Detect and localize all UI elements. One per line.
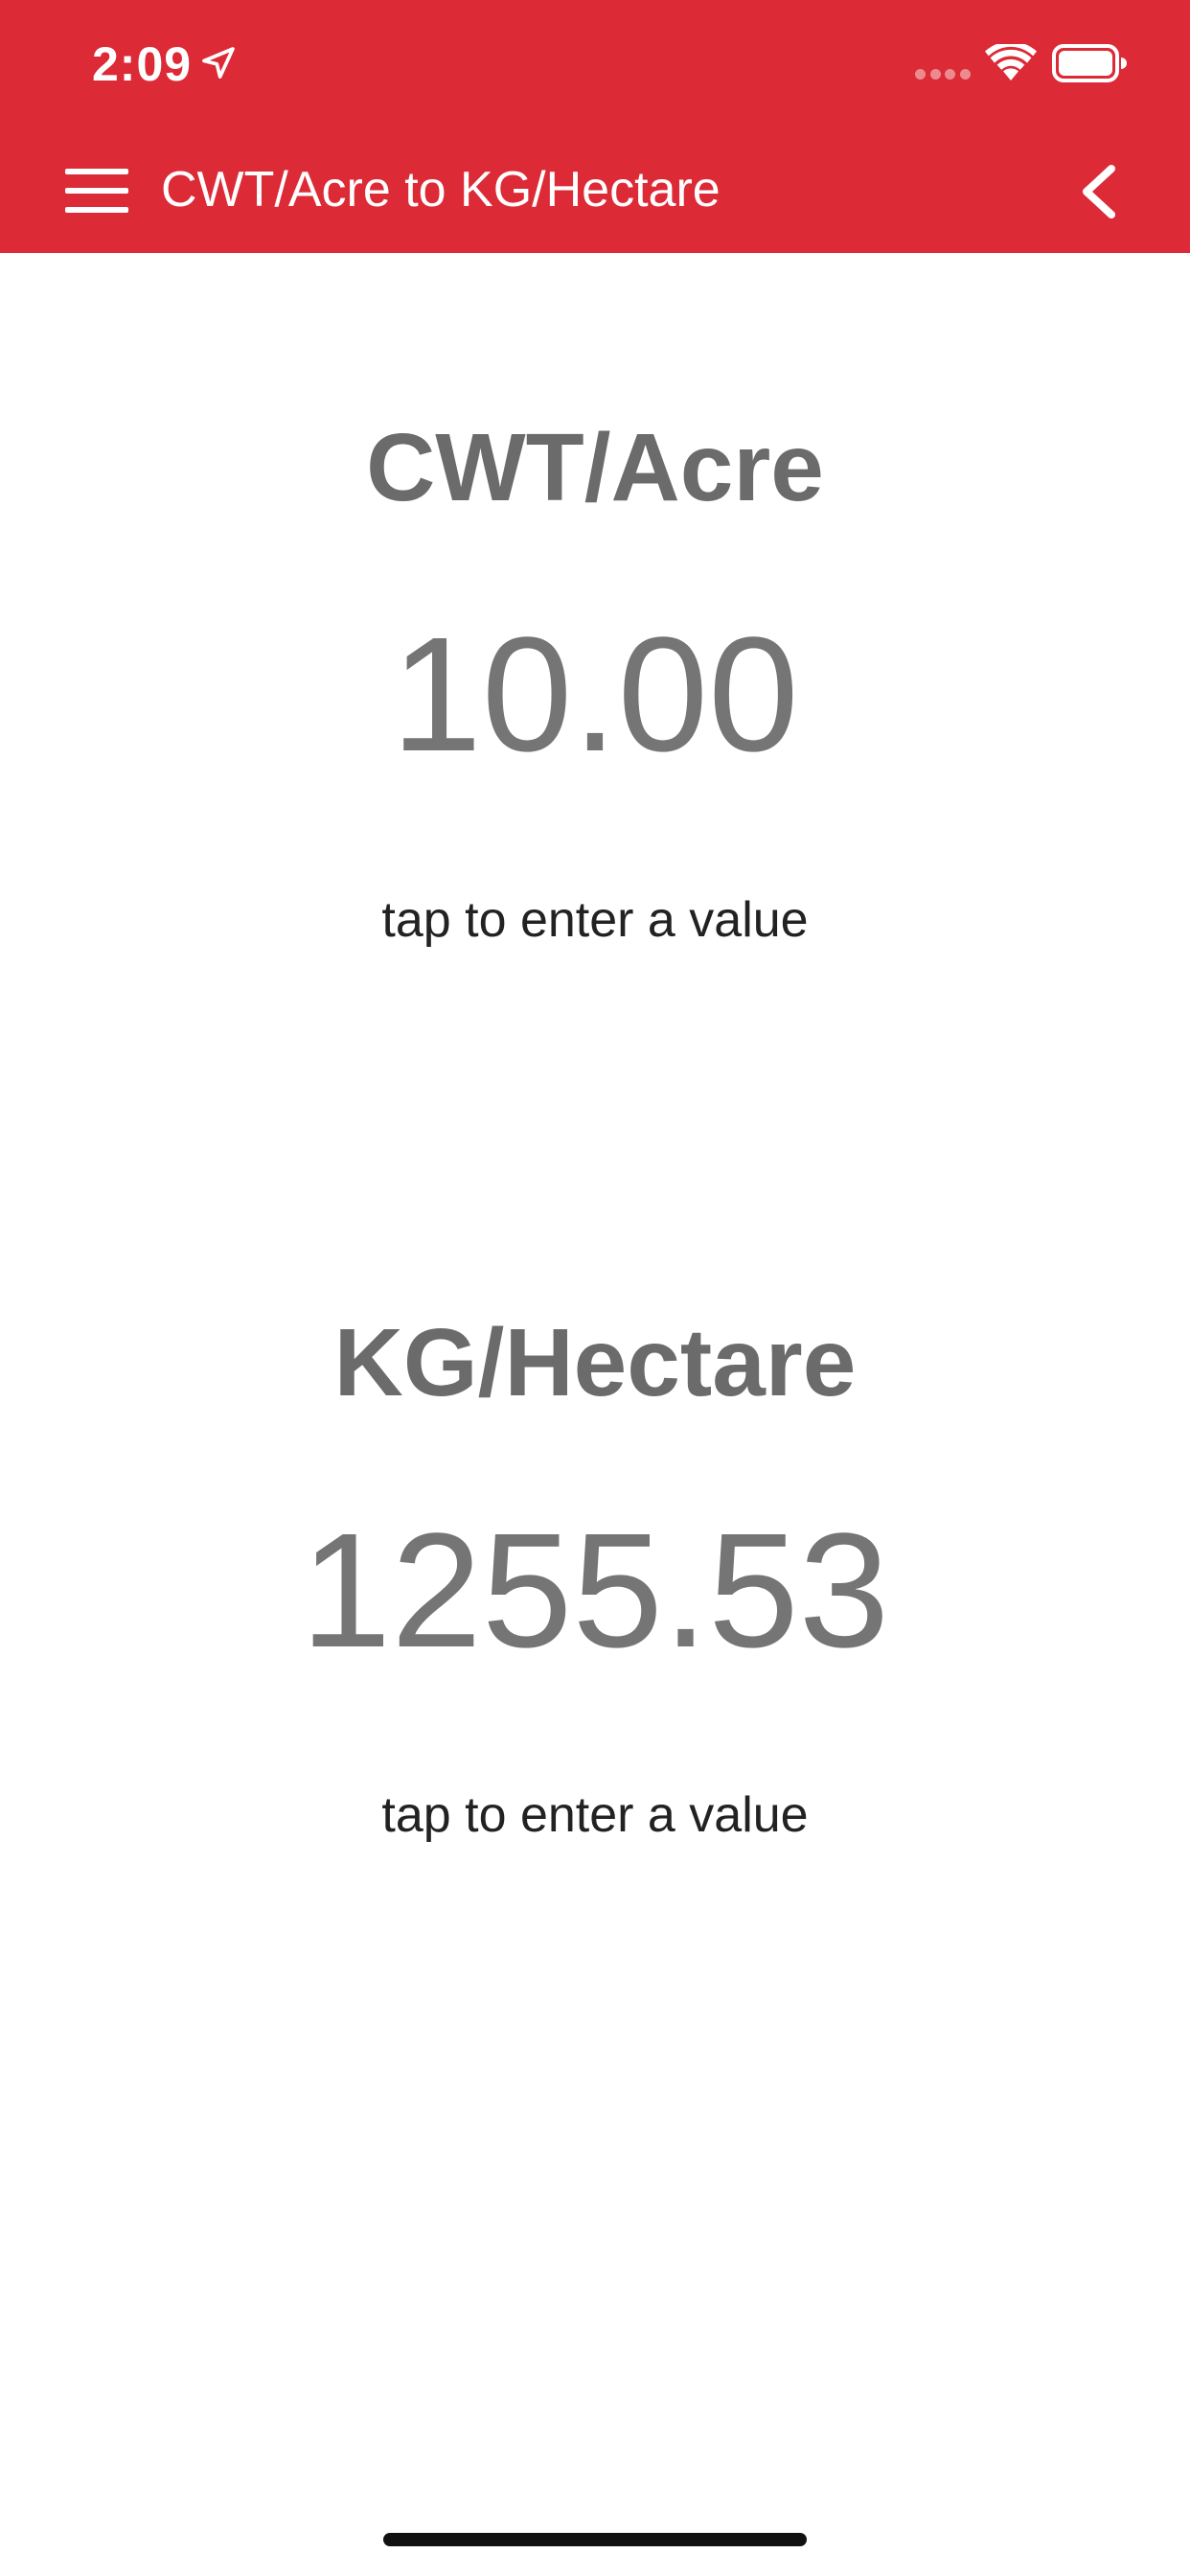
to-tap-hint[interactable]: tap to enter a value [0,1790,1190,1840]
page-title: CWT/Acre to KG/Hectare [161,162,721,218]
from-value-display[interactable]: 10.00 [0,613,1190,776]
wifi-icon [985,44,1037,80]
app-header: 2:09 CWT/Acre to KG/Hectare [0,0,1190,253]
from-unit-label: CWT/Acre [366,414,824,521]
from-tap-hint[interactable]: tap to enter a value [0,895,1190,945]
status-time: 2:09 [92,37,193,91]
to-unit-label: KG/Hectare [333,1309,857,1416]
menu-icon[interactable] [65,169,128,213]
battery-icon [1052,44,1127,82]
home-indicator[interactable] [383,2533,807,2546]
location-arrow-icon [202,47,235,79]
chevron-left-icon[interactable] [1077,163,1119,220]
cellular-signal-icon [915,69,971,82]
converter-screen: 2:09 CWT/Acre to KG/Hectare CWT/Acre 10.… [0,0,1190,2576]
to-value-display[interactable]: 1255.53 [0,1509,1190,1672]
